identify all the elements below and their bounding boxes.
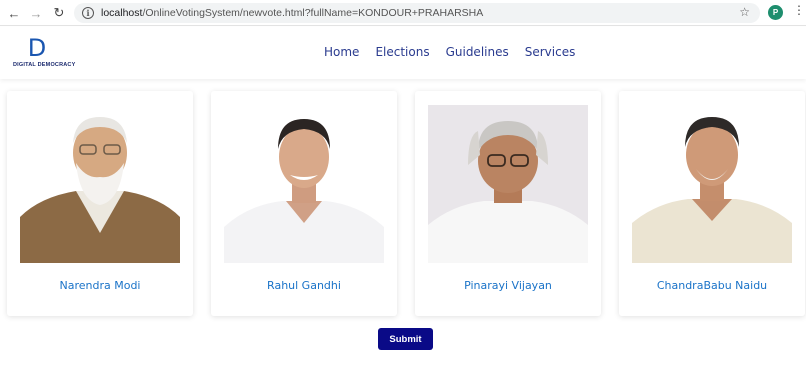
candidate-card[interactable]: Narendra Modi xyxy=(7,91,193,316)
url-path: /OnlineVotingSystem/newvote.html?fullNam… xyxy=(142,7,484,19)
candidate-photo xyxy=(224,105,384,263)
back-arrow-icon[interactable]: ← xyxy=(3,2,25,24)
reload-icon[interactable]: ↻ xyxy=(48,2,70,24)
address-bar[interactable]: i localhost/OnlineVotingSystem/newvote.h… xyxy=(74,3,760,23)
logo-letter: D xyxy=(27,34,47,62)
nav-elections[interactable]: Elections xyxy=(375,45,429,59)
submit-button[interactable]: Submit xyxy=(378,328,433,350)
site-info-icon[interactable]: i xyxy=(82,7,94,19)
bookmark-star-icon[interactable]: ☆ xyxy=(739,5,750,19)
candidate-name: Pinarayi Vijayan xyxy=(464,279,552,292)
site-header: D DIGITAL DEMOCRACY Home Elections Guide… xyxy=(0,27,806,79)
browser-toolbar: ← → ↻ i localhost/OnlineVotingSystem/new… xyxy=(0,0,806,26)
candidate-name: ChandraBabu Naidu xyxy=(656,279,768,292)
candidate-photo xyxy=(632,105,792,263)
logo-text: DIGITAL DEMOCRACY xyxy=(13,62,76,68)
main-nav: Home Elections Guidelines Services xyxy=(324,45,591,59)
candidate-photo xyxy=(20,105,180,263)
profile-avatar[interactable]: P xyxy=(768,5,783,20)
browser-menu-icon[interactable]: ⋮ xyxy=(793,4,805,16)
candidate-card[interactable]: ChandraBabu Naidu xyxy=(619,91,805,316)
candidate-card[interactable]: Rahul Gandhi xyxy=(211,91,397,316)
nav-home[interactable]: Home xyxy=(324,45,359,59)
nav-services[interactable]: Services xyxy=(525,45,576,59)
url-text[interactable]: localhost/OnlineVotingSystem/newvote.htm… xyxy=(101,7,483,19)
url-host: localhost xyxy=(101,7,143,19)
candidate-card[interactable]: Pinarayi Vijayan xyxy=(415,91,601,316)
candidate-name: Rahul Gandhi xyxy=(267,279,341,292)
site-logo[interactable]: D DIGITAL DEMOCRACY xyxy=(13,34,76,68)
forward-arrow-icon[interactable]: → xyxy=(25,2,47,24)
candidate-photo xyxy=(428,105,588,263)
candidate-name: Narendra Modi xyxy=(59,279,141,292)
nav-guidelines[interactable]: Guidelines xyxy=(446,45,509,59)
